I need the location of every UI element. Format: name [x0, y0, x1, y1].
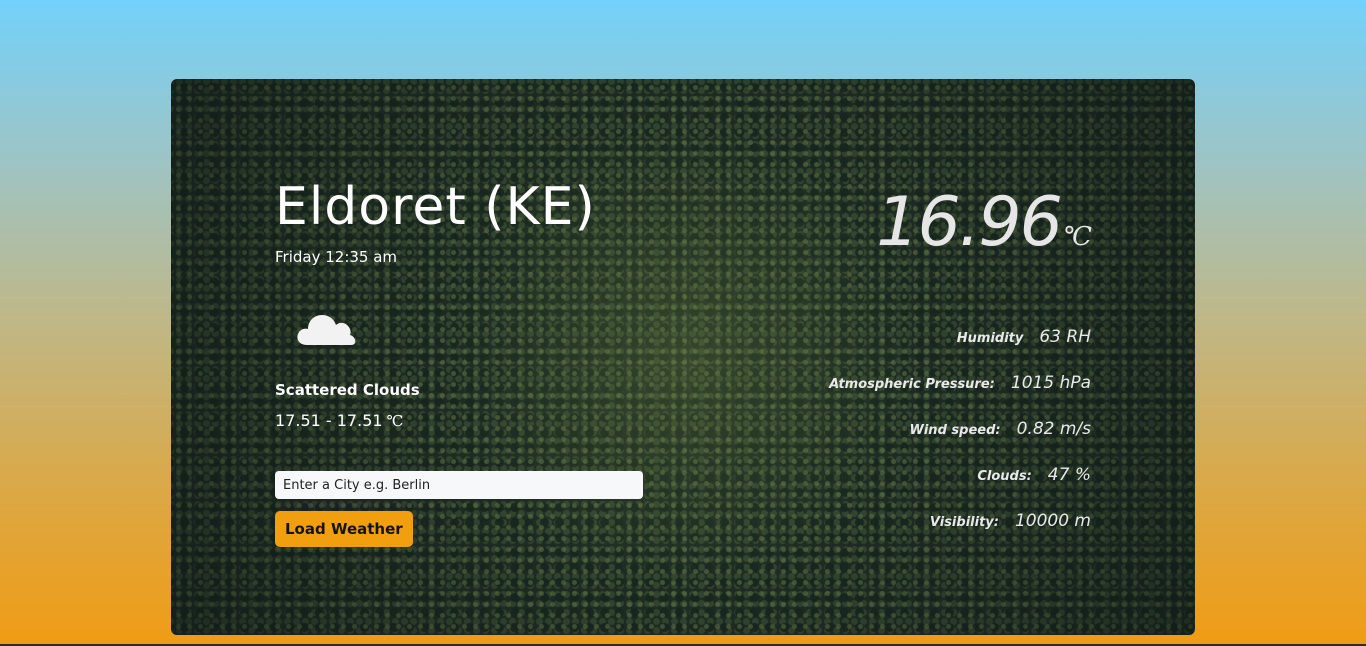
- current-temperature: 16.96℃: [876, 183, 1092, 262]
- temperature-range-value: 17.51 - 17.51: [275, 411, 383, 430]
- stat-label: Visibility:: [929, 515, 999, 530]
- weather-stats: Humidity 63 RH Atmospheric Pressure: 101…: [671, 327, 1091, 557]
- temperature-range: 17.51 - 17.51 ℃: [275, 411, 403, 430]
- city-title: Eldoret (KE): [275, 177, 596, 237]
- city-search-input[interactable]: [275, 471, 643, 499]
- stat-label: Humidity: [956, 331, 1024, 346]
- stat-pressure: Atmospheric Pressure: 1015 hPa: [671, 373, 1091, 419]
- stat-value: 10000 m: [1014, 511, 1091, 531]
- stat-value: 63 RH: [1039, 327, 1091, 347]
- stat-wind-speed: Wind speed: 0.82 m/s: [671, 419, 1091, 465]
- load-weather-button[interactable]: Load Weather: [275, 511, 413, 547]
- stat-value: 1015 hPa: [1010, 373, 1091, 393]
- temperature-unit: ℃: [1062, 222, 1092, 252]
- stat-visibility: Visibility: 10000 m: [671, 511, 1091, 557]
- weather-card: Eldoret (KE) Friday 12:35 am Scattered C…: [171, 79, 1195, 635]
- weather-description: Scattered Clouds: [275, 381, 420, 399]
- stat-value: 0.82 m/s: [1016, 419, 1091, 439]
- stat-humidity: Humidity 63 RH: [671, 327, 1091, 373]
- stat-clouds: Clouds: 47 %: [671, 465, 1091, 511]
- temperature-range-unit: ℃: [386, 412, 404, 430]
- stat-value: 47 %: [1047, 465, 1091, 485]
- local-datetime: Friday 12:35 am: [275, 248, 398, 266]
- stat-label: Clouds:: [977, 469, 1032, 484]
- cloud-icon: [297, 315, 356, 345]
- temperature-value: 16.96: [876, 183, 1063, 262]
- stat-label: Atmospheric Pressure:: [829, 377, 995, 392]
- stat-label: Wind speed:: [909, 423, 1001, 438]
